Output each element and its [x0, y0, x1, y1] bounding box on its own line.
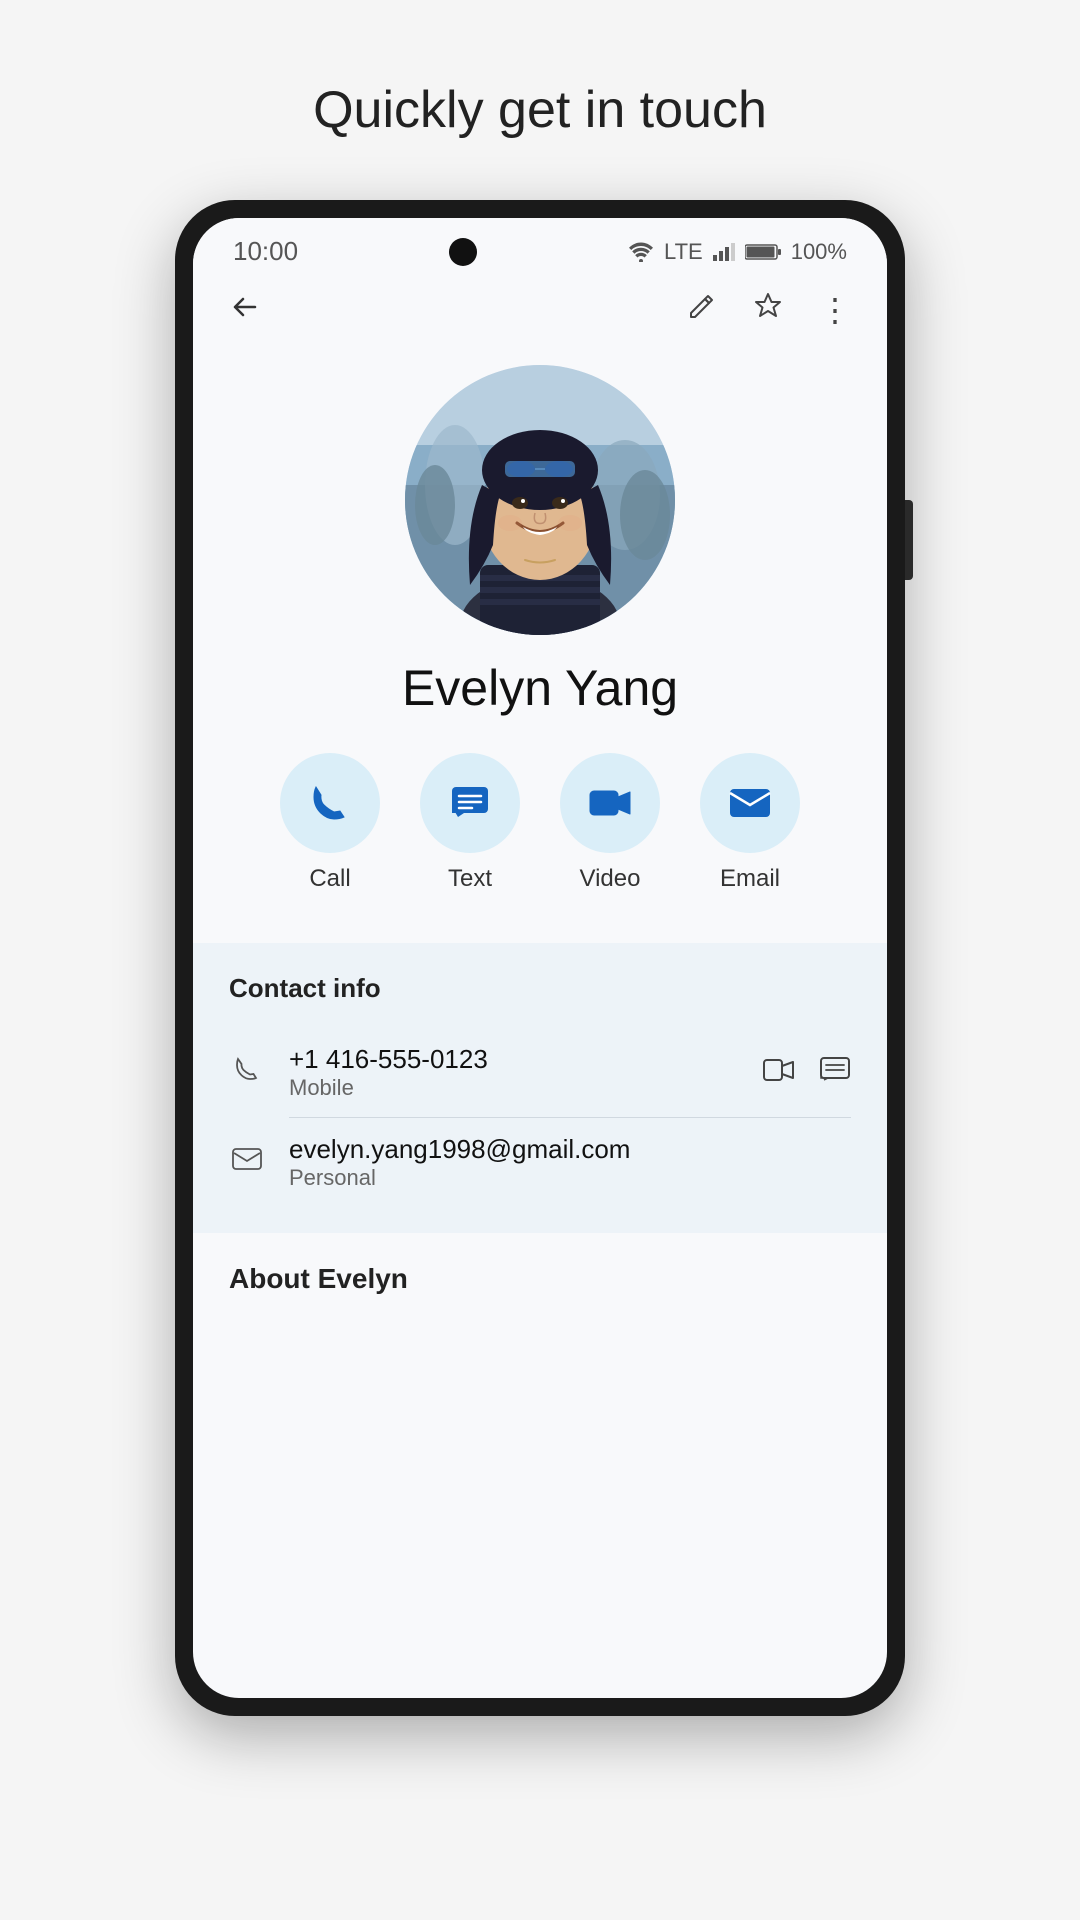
phone-info-icon [229, 1054, 265, 1091]
page-wrapper: Quickly get in touch 10:00 LTE [0, 0, 1080, 1920]
email-action-button[interactable]: Email [700, 753, 800, 893]
phone-inner: 10:00 LTE [193, 218, 887, 1698]
battery-percent: 100% [791, 239, 847, 265]
email-address: evelyn.yang1998@gmail.com [289, 1134, 630, 1165]
back-button[interactable] [229, 292, 261, 329]
page-title: Quickly get in touch [313, 80, 767, 140]
phone-text-block: +1 416-555-0123 Mobile [289, 1044, 488, 1101]
toolbar: ⋮ [193, 275, 887, 345]
avatar [405, 365, 675, 635]
email-type: Personal [289, 1165, 630, 1191]
phone-type: Mobile [289, 1075, 488, 1101]
phone-icon [306, 779, 354, 827]
status-icons: LTE 100% [628, 239, 847, 265]
battery-icon [745, 243, 781, 261]
signal-icon [713, 243, 735, 261]
status-bar: 10:00 LTE [193, 218, 887, 275]
status-time: 10:00 [233, 236, 298, 267]
video-action-circle [560, 753, 660, 853]
contact-info-section: Contact info +1 416-555-0123 Mobile [193, 943, 887, 1233]
contact-info-title: Contact info [229, 973, 851, 1004]
video-label: Video [580, 865, 641, 893]
text-action-circle [420, 753, 520, 853]
camera-notch [449, 238, 477, 266]
video-action-button[interactable]: Video [560, 753, 660, 893]
about-title: About Evelyn [229, 1263, 851, 1295]
divider [289, 1117, 851, 1118]
phone-text-button[interactable] [819, 1056, 851, 1089]
toolbar-right: ⋮ [687, 291, 851, 329]
email-label: Email [720, 865, 780, 893]
toolbar-left [229, 292, 261, 329]
email-info-icon [229, 1146, 265, 1179]
video-icon [586, 779, 634, 827]
email-action-circle [700, 753, 800, 853]
text-action-button[interactable]: Text [420, 753, 520, 893]
avatar-image [405, 365, 675, 635]
more-options-button[interactable]: ⋮ [819, 294, 851, 326]
phone-info-left: +1 416-555-0123 Mobile [229, 1044, 488, 1101]
avatar-section [193, 365, 887, 635]
message-icon [446, 779, 494, 827]
phone-number: +1 416-555-0123 [289, 1044, 488, 1075]
phone-info-actions [763, 1056, 851, 1089]
call-action-circle [280, 753, 380, 853]
lte-indicator: LTE [664, 239, 703, 265]
phone-video-button[interactable] [763, 1056, 795, 1089]
edit-button[interactable] [687, 291, 717, 329]
contact-name: Evelyn Yang [193, 659, 887, 717]
call-label: Call [309, 865, 350, 893]
email-info-row[interactable]: evelyn.yang1998@gmail.com Personal [229, 1122, 851, 1203]
text-label: Text [448, 865, 492, 893]
email-info-left: evelyn.yang1998@gmail.com Personal [229, 1134, 630, 1191]
wifi-icon [628, 242, 654, 262]
action-row: Call Text [193, 753, 887, 893]
phone-info-row[interactable]: +1 416-555-0123 Mobile [229, 1032, 851, 1113]
about-section: About Evelyn [193, 1233, 887, 1315]
call-action-button[interactable]: Call [280, 753, 380, 893]
email-icon [726, 779, 774, 827]
star-button[interactable] [753, 291, 783, 329]
phone-frame: 10:00 LTE [175, 200, 905, 1716]
email-text-block: evelyn.yang1998@gmail.com Personal [289, 1134, 630, 1191]
